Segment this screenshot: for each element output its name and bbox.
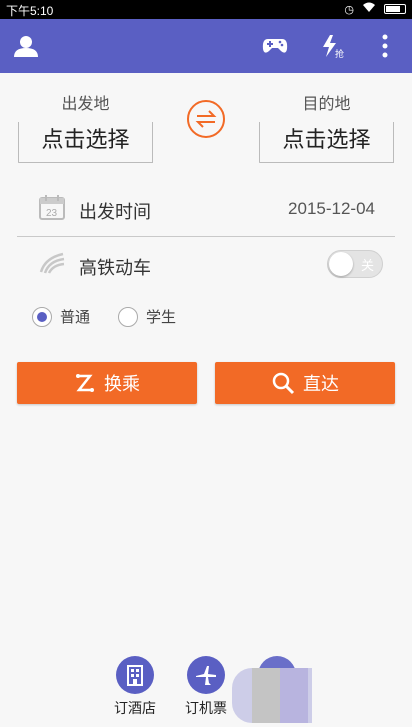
nav-flight-label: 订机票 [185, 701, 227, 717]
grab-ticket-icon[interactable]: 抢 [314, 29, 348, 63]
departure-label: 出发地 [61, 94, 110, 113]
bottom-nav: 订酒店 订机票 [0, 650, 412, 727]
arrival-label: 目的地 [302, 94, 351, 113]
status-time: 下午5:10 [6, 4, 54, 18]
battery-icon [384, 4, 406, 14]
route-selector: 出发地 点击选择 目的地 点击选择 [0, 80, 412, 170]
departure-station[interactable]: 出发地 点击选择 [18, 90, 153, 163]
nav-flight[interactable]: 订机票 [176, 656, 236, 718]
high-speed-toggle[interactable]: 关 [327, 250, 383, 278]
high-speed-label: 高铁动车 [79, 258, 151, 279]
status-icons: ◷ [344, 2, 406, 16]
transfer-label: 换乘 [104, 374, 140, 395]
high-speed-row: 高铁动车 关 [17, 240, 395, 290]
svg-text:抢: 抢 [335, 48, 344, 59]
ticket-type-group: 普通 学生 [17, 300, 395, 332]
swap-icon [195, 110, 217, 128]
wifi-icon [362, 2, 376, 16]
departure-date-value[interactable]: 2015-12-04 [288, 199, 375, 219]
direct-label: 直达 [303, 374, 339, 395]
swap-stations-button[interactable] [187, 100, 225, 138]
radio-normal[interactable]: 普通 [32, 306, 90, 327]
search-icon [272, 372, 295, 395]
calendar-day: 23 [46, 208, 58, 219]
calendar-icon: 23 [39, 194, 65, 224]
obscured-region [232, 668, 312, 723]
transfer-icon [76, 374, 94, 392]
app-bar: 抢 [0, 19, 412, 73]
departure-date-row[interactable]: 23 出发时间 2015-12-04 [17, 182, 395, 237]
nav-hotel-label: 订酒店 [114, 701, 156, 717]
arrival-value[interactable]: 点击选择 [259, 122, 394, 163]
transfer-button[interactable]: 换乘 [17, 362, 197, 404]
radio-circle [32, 306, 52, 327]
radio-student-label: 学生 [146, 308, 177, 326]
toggle-state-text: 关 [360, 259, 374, 274]
direct-button[interactable]: 直达 [215, 362, 395, 404]
departure-date-label: 出发时间 [79, 202, 151, 223]
arrival-station[interactable]: 目的地 点击选择 [259, 90, 394, 163]
train-icon [39, 252, 65, 278]
radio-normal-label: 普通 [60, 308, 91, 326]
departure-value[interactable]: 点击选择 [18, 122, 153, 163]
user-icon[interactable] [9, 29, 43, 63]
gamepad-icon[interactable] [258, 29, 292, 63]
radio-student[interactable]: 学生 [118, 306, 176, 327]
airplane-icon [187, 656, 225, 694]
alarm-icon: ◷ [344, 2, 354, 16]
nav-hotel[interactable]: 订酒店 [105, 656, 165, 718]
radio-circle [118, 306, 138, 327]
toggle-knob [329, 252, 353, 276]
status-bar: 下午5:10 ◷ [0, 0, 412, 19]
more-vert-icon[interactable] [368, 29, 402, 63]
hotel-icon [116, 656, 154, 694]
